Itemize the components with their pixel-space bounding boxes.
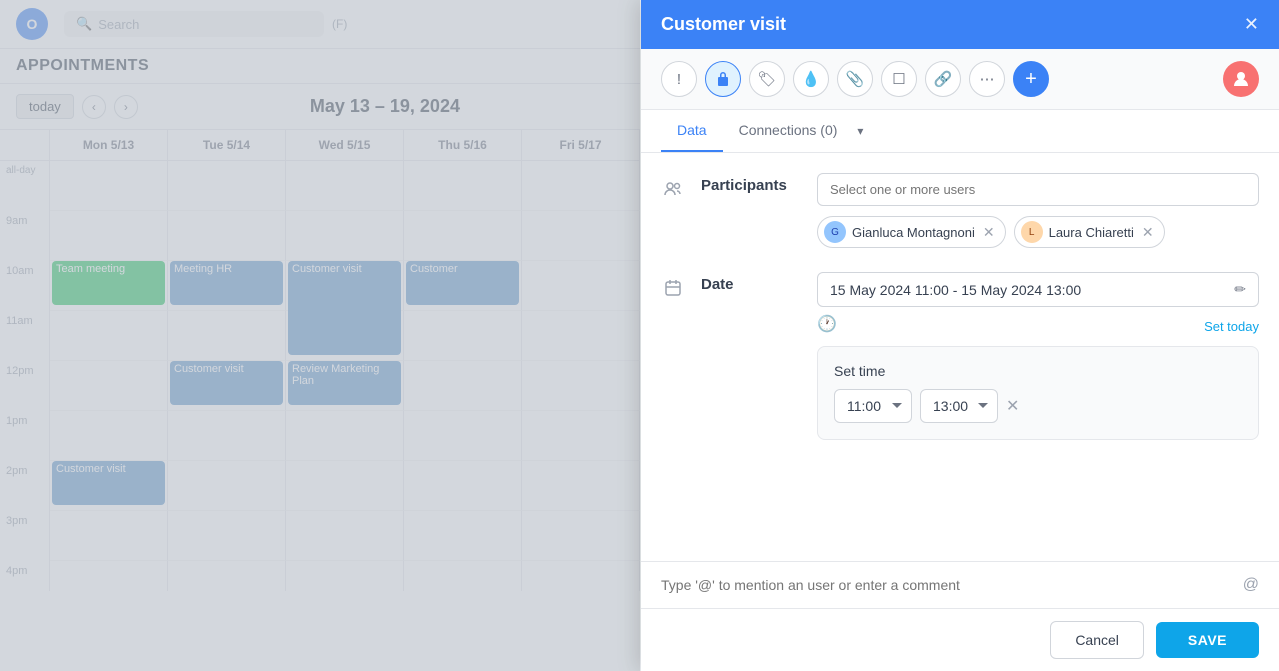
date-value-display[interactable]: 15 May 2024 11:00 - 15 May 2024 13:00 ✏ — [817, 272, 1259, 307]
time-section: Set time 11:00 12:00 13:00 13:00 14:00 1… — [817, 346, 1259, 440]
close-button[interactable]: ✕ — [1244, 14, 1259, 35]
toolbar-add-button[interactable]: + — [1013, 61, 1049, 97]
modal-title: Customer visit — [661, 14, 786, 35]
modal-body: Participants G Gianluca Montagnoni ✕ L L… — [641, 153, 1279, 561]
set-time-label: Set time — [834, 363, 1242, 379]
participant-tag-laura: L Laura Chiaretti ✕ — [1014, 216, 1165, 248]
set-today-link[interactable]: Set today — [1204, 319, 1259, 334]
toolbar-tag-button[interactable]: 🏷 — [749, 61, 785, 97]
user-avatar[interactable] — [1223, 61, 1259, 97]
laura-name: Laura Chiaretti — [1049, 225, 1134, 240]
date-label: Date — [701, 276, 801, 293]
laura-remove[interactable]: ✕ — [1142, 224, 1154, 241]
gianluca-name: Gianluca Montagnoni — [852, 225, 975, 240]
toolbar-link-button[interactable]: 🔗 — [925, 61, 961, 97]
time-clear-button[interactable]: ✕ — [1006, 396, 1019, 416]
participants-content: G Gianluca Montagnoni ✕ L Laura Chiarett… — [817, 173, 1259, 248]
modal: Customer visit ✕ ! 🏷 💧 📎 ☐ 🔗 ⋯ + Data Co… — [641, 0, 1279, 671]
cancel-button[interactable]: Cancel — [1050, 621, 1144, 659]
date-edit-icon[interactable]: ✏ — [1234, 281, 1246, 298]
date-content: 15 May 2024 11:00 - 15 May 2024 13:00 ✏ … — [817, 272, 1259, 440]
toolbar-note-button[interactable]: ☐ — [881, 61, 917, 97]
participant-tag-gianluca: G Gianluca Montagnoni ✕ — [817, 216, 1006, 248]
save-button[interactable]: SAVE — [1156, 622, 1259, 658]
participants-field-row: Participants G Gianluca Montagnoni ✕ L L… — [661, 173, 1259, 248]
tab-connections[interactable]: Connections (0) — [723, 110, 854, 152]
comment-bar: @ — [641, 561, 1279, 608]
time-selects: 11:00 12:00 13:00 13:00 14:00 15:00 ✕ — [834, 389, 1242, 423]
laura-avatar: L — [1021, 221, 1043, 243]
start-time-select[interactable]: 11:00 12:00 13:00 — [834, 389, 912, 423]
clock-icon: 🕐 — [817, 314, 837, 334]
modal-footer: Cancel SAVE — [641, 608, 1279, 671]
tab-data[interactable]: Data — [661, 110, 723, 152]
end-time-select[interactable]: 13:00 14:00 15:00 — [920, 389, 998, 423]
date-field-row: Date 15 May 2024 11:00 - 15 May 2024 13:… — [661, 272, 1259, 440]
gianluca-avatar: G — [824, 221, 846, 243]
gianluca-remove[interactable]: ✕ — [983, 224, 995, 241]
toolbar-more-button[interactable]: ⋯ — [969, 61, 1005, 97]
participants-input[interactable] — [817, 173, 1259, 206]
participants-label: Participants — [701, 177, 801, 194]
participants-tags: G Gianluca Montagnoni ✕ L Laura Chiarett… — [817, 216, 1259, 248]
modal-overlay — [0, 0, 640, 671]
toolbar-alert-button[interactable]: ! — [661, 61, 697, 97]
toolbar-drop-button[interactable]: 💧 — [793, 61, 829, 97]
toolbar-attach-button[interactable]: 📎 — [837, 61, 873, 97]
tab-dropdown[interactable]: ▾ — [857, 124, 863, 138]
comment-input[interactable] — [661, 577, 1233, 593]
participants-icon — [661, 177, 685, 201]
modal-tabs: Data Connections (0) ▾ — [641, 110, 1279, 153]
date-icon — [661, 276, 685, 300]
toolbar-lock-button[interactable] — [705, 61, 741, 97]
modal-header: Customer visit ✕ — [641, 0, 1279, 49]
modal-toolbar: ! 🏷 💧 📎 ☐ 🔗 ⋯ + — [641, 49, 1279, 110]
date-text: 15 May 2024 11:00 - 15 May 2024 13:00 — [830, 282, 1081, 298]
at-mention-icon[interactable]: @ — [1243, 576, 1259, 594]
